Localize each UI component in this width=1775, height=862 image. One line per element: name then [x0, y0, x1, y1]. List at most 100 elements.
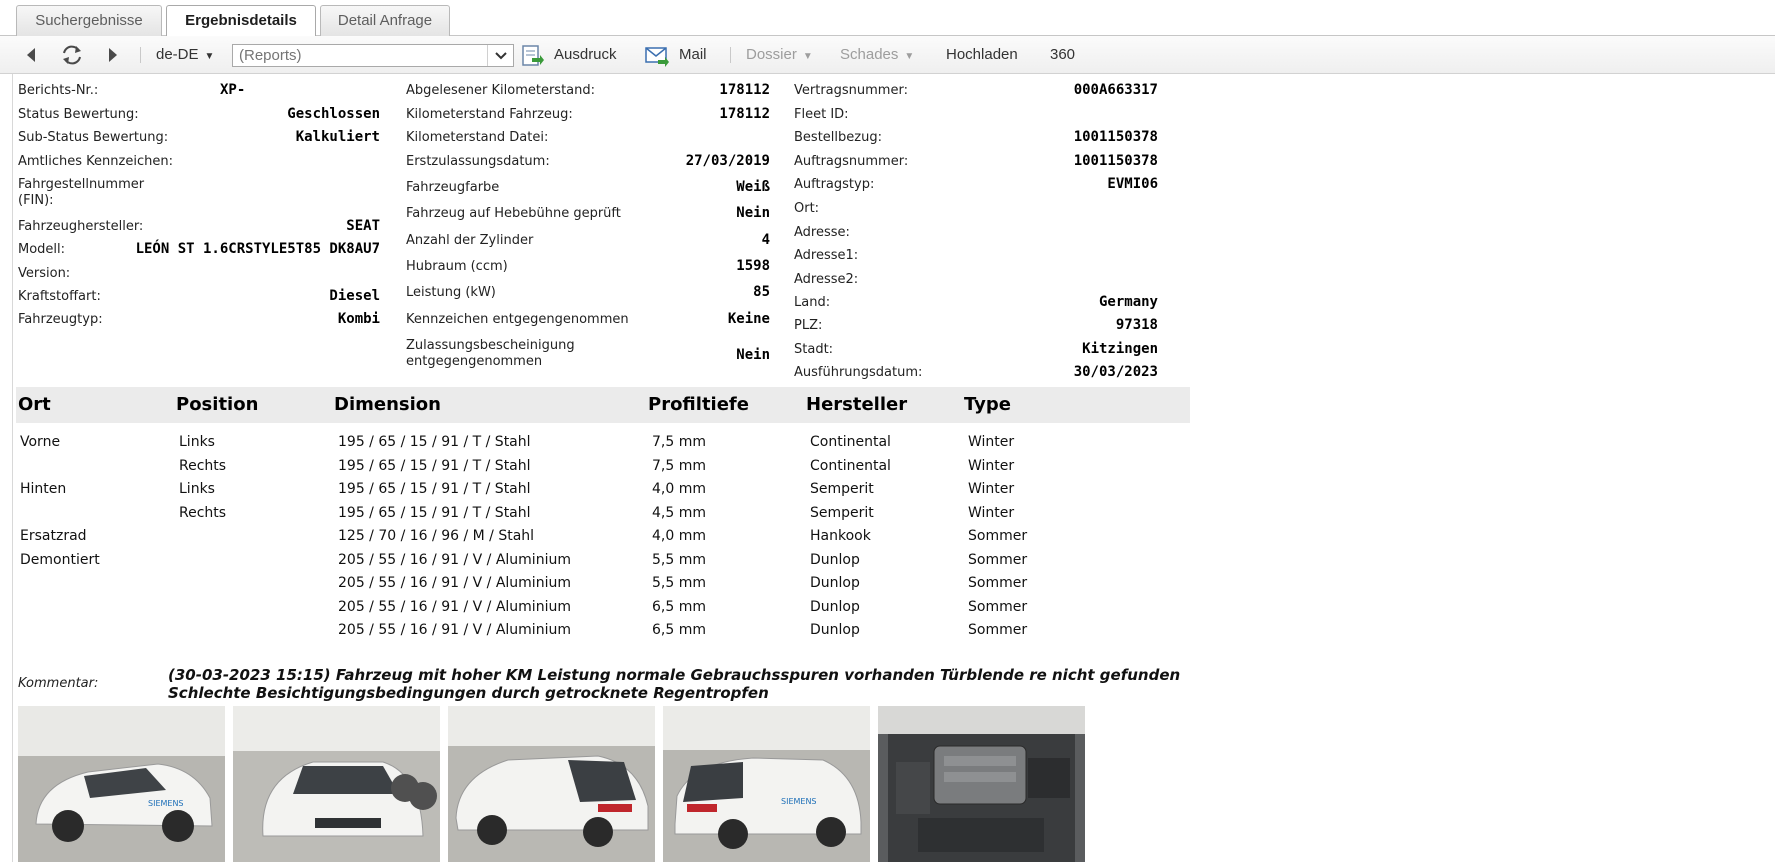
dossier-dropdown[interactable]: Dossier ▼: [746, 36, 813, 74]
chevron-down-icon: ▼: [904, 51, 915, 62]
vehicle-photo-rear-right[interactable]: SIEMENS: [663, 706, 870, 862]
detail-label: Auftragsnummer:: [794, 154, 909, 169]
toolbar-separator: [140, 47, 141, 63]
detail-label: Vertragsnummer:: [794, 83, 908, 98]
cell-ort: Hinten: [20, 481, 67, 497]
language-selector[interactable]: de-DE ▼: [156, 36, 214, 74]
detail-label: Ausführungsdatum:: [794, 365, 923, 380]
detail-label: Fleet ID:: [794, 107, 849, 122]
refresh-icon[interactable]: [60, 36, 84, 74]
tab-bar: Suchergebnisse Ergebnisdetails Detail An…: [0, 0, 1775, 37]
cell-hersteller: Dunlop: [810, 551, 860, 568]
cell-type: Sommer: [968, 528, 1028, 544]
cell-dimension: 205 / 55 / 16 / 91 / V / Aluminium: [338, 575, 571, 591]
detail-label: Status Bewertung:: [18, 107, 139, 122]
vehicle-photo-engine[interactable]: [878, 706, 1085, 862]
detail-value: 4: [761, 232, 770, 248]
view-360-button[interactable]: 360: [1050, 36, 1075, 74]
detail-label: Erstzulassungsdatum:: [406, 154, 550, 169]
detail-label: Adresse:: [794, 225, 850, 240]
detail-value: 1001150378: [1073, 129, 1158, 145]
chevron-down-icon[interactable]: [487, 45, 513, 66]
cell-profiltiefe: 4,0 mm: [652, 481, 706, 497]
detail-value: Kalkuliert: [295, 129, 380, 145]
cell-ort: Demontiert: [20, 551, 100, 568]
detail-value: 000A663317: [1073, 82, 1158, 98]
detail-value: SEAT: [346, 218, 380, 234]
cell-dimension: 205 / 55 / 16 / 91 / V / Aluminium: [338, 551, 571, 568]
cell-type: Winter: [968, 481, 1015, 497]
detail-label: Zulassungsbescheinigung entgegengenommen: [406, 338, 575, 369]
detail-label: Hubraum (ccm): [406, 259, 508, 274]
detail-value: 30/03/2023: [1073, 364, 1158, 380]
cell-dimension: 205 / 55 / 16 / 91 / V / Aluminium: [338, 598, 571, 615]
column-header: Profiltiefe: [648, 394, 749, 415]
vehicle-photo-rear-left[interactable]: [448, 706, 655, 862]
detail-value: Geschlossen: [287, 106, 380, 122]
vehicle-photo-front-left[interactable]: SIEMENS: [18, 706, 225, 862]
cell-position: Links: [179, 481, 215, 497]
cell-dimension: 205 / 55 / 16 / 91 / V / Aluminium: [338, 622, 571, 638]
detail-label: Fahrzeughersteller:: [18, 219, 144, 234]
cell-type: Sommer: [968, 598, 1028, 615]
detail-value: Kitzingen: [1082, 341, 1158, 357]
vehicle-photo-front[interactable]: [233, 706, 440, 862]
back-arrow-icon[interactable]: [24, 36, 38, 74]
mail-icon[interactable]: [644, 36, 670, 74]
cell-hersteller: Hankook: [810, 528, 871, 544]
forward-arrow-icon[interactable]: [106, 36, 120, 74]
tab-ergebnisdetails[interactable]: Ergebnisdetails: [166, 5, 316, 37]
cell-profiltiefe: 5,5 mm: [652, 551, 706, 568]
detail-label: Abgelesener Kilometerstand:: [406, 83, 596, 98]
detail-label: PLZ:: [794, 318, 823, 333]
chevron-down-icon: ▼: [204, 51, 215, 62]
tab-detail-anfrage[interactable]: Detail Anfrage: [320, 5, 450, 36]
language-label: de-DE: [156, 46, 199, 63]
cell-dimension: 125 / 70 / 16 / 96 / M / Stahl: [338, 528, 535, 544]
detail-value: LEÓN ST 1.6CRSTYLE5T85 DK8AU7: [135, 241, 380, 257]
cell-profiltiefe: 6,5 mm: [652, 598, 706, 615]
cell-type: Winter: [968, 504, 1015, 521]
reports-combobox[interactable]: [232, 44, 514, 67]
detail-value: 1598: [736, 258, 770, 274]
detail-label: Land:: [794, 295, 831, 310]
cell-ort: Vorne: [20, 434, 61, 450]
detail-value: 1001150378: [1073, 153, 1158, 169]
print-icon[interactable]: [520, 36, 544, 74]
dossier-label: Dossier: [746, 46, 797, 63]
column-header: Dimension: [334, 394, 441, 415]
tab-suchergebnisse[interactable]: Suchergebnisse: [16, 5, 162, 36]
detail-label: Kilometerstand Datei:: [406, 130, 549, 145]
detail-value: Diesel: [329, 288, 380, 304]
detail-value: Weiß: [736, 179, 770, 195]
toolbar-separator: [730, 47, 731, 63]
cell-position: Links: [179, 434, 215, 450]
detail-label: Fahrzeugtyp:: [18, 312, 103, 327]
detail-value: 97318: [1115, 317, 1158, 333]
reports-input[interactable]: [233, 45, 487, 66]
detail-label: Auftragstyp:: [794, 177, 875, 192]
detail-value: XP-: [220, 82, 246, 98]
mail-button[interactable]: Mail: [679, 36, 707, 74]
upload-button[interactable]: Hochladen: [946, 36, 1018, 74]
svg-text:SIEMENS: SIEMENS: [781, 797, 817, 806]
detail-value: Nein: [736, 205, 770, 221]
detail-label: Modell:: [18, 242, 66, 257]
detail-label: Fahrzeug auf Hebebühne geprüft: [406, 206, 621, 221]
column-header: Type: [964, 394, 1011, 415]
cell-ort: Ersatzrad: [20, 528, 87, 544]
detail-label: Anzahl der Zylinder: [406, 233, 534, 248]
schades-dropdown[interactable]: Schades ▼: [840, 36, 914, 74]
cell-dimension: 195 / 65 / 15 / 91 / T / Stahl: [338, 457, 531, 474]
cell-hersteller: Dunlop: [810, 575, 860, 591]
column-header: Ort: [18, 394, 51, 415]
cell-position: Rechts: [179, 457, 227, 474]
cell-type: Winter: [968, 457, 1015, 474]
detail-label: Ort:: [794, 201, 820, 216]
cell-hersteller: Dunlop: [810, 622, 860, 638]
cell-profiltiefe: 4,5 mm: [652, 504, 706, 521]
print-button[interactable]: Ausdruck: [554, 36, 617, 74]
detail-label: Fahrgestellnummer (FIN):: [18, 177, 145, 208]
cell-type: Sommer: [968, 575, 1028, 591]
left-border: [12, 74, 13, 862]
